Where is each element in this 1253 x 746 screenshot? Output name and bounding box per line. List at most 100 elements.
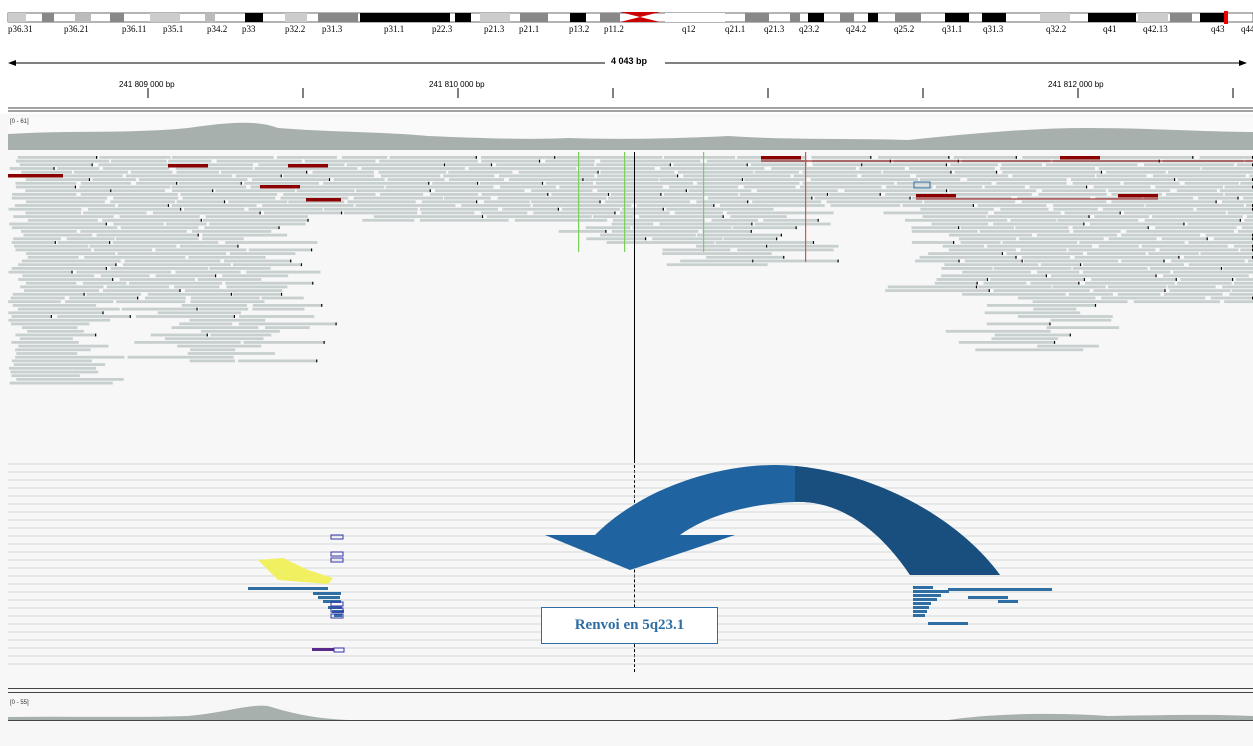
aligned-read[interactable] <box>967 178 1067 181</box>
aligned-read[interactable] <box>754 170 799 174</box>
aligned-read[interactable] <box>197 278 262 281</box>
aligned-read[interactable] <box>210 333 272 337</box>
aligned-read[interactable] <box>239 315 315 318</box>
split-read[interactable] <box>948 588 1052 591</box>
split-read[interactable] <box>968 596 1008 599</box>
aligned-read[interactable] <box>706 255 785 259</box>
aligned-read[interactable] <box>763 218 819 222</box>
aligned-read[interactable] <box>666 263 768 267</box>
aligned-read[interactable] <box>911 226 960 230</box>
aligned-read[interactable] <box>659 222 753 226</box>
aligned-read[interactable] <box>229 252 296 255</box>
aligned-read[interactable] <box>931 222 989 226</box>
aligned-read[interactable] <box>744 178 806 181</box>
aligned-read[interactable] <box>26 200 105 204</box>
aligned-read[interactable] <box>225 241 318 244</box>
aligned-read[interactable] <box>486 215 592 218</box>
aligned-read[interactable] <box>25 189 112 193</box>
aligned-read[interactable] <box>1020 248 1067 252</box>
aligned-read[interactable] <box>171 185 247 189</box>
aligned-read[interactable] <box>935 185 983 189</box>
aligned-read[interactable] <box>532 204 632 207</box>
aligned-read[interactable] <box>1053 204 1145 207</box>
aligned-read[interactable] <box>1199 156 1253 159</box>
aligned-read[interactable] <box>1002 170 1102 174</box>
coverage-track[interactable]: [0 - 61] <box>8 118 1253 150</box>
aligned-read[interactable] <box>24 289 100 292</box>
aligned-read[interactable] <box>993 222 1085 226</box>
split-read[interactable] <box>913 614 925 617</box>
aligned-read[interactable] <box>119 215 200 218</box>
aligned-read[interactable] <box>14 244 89 248</box>
aligned-read[interactable] <box>1240 248 1253 252</box>
aligned-read[interactable] <box>948 248 1016 252</box>
aligned-read[interactable] <box>697 181 800 185</box>
aligned-read[interactable] <box>883 211 989 215</box>
aligned-read[interactable] <box>697 233 782 237</box>
aligned-read[interactable] <box>1052 285 1106 289</box>
aligned-read[interactable] <box>802 170 882 174</box>
aligned-read[interactable] <box>10 296 65 300</box>
aligned-read[interactable] <box>164 337 264 341</box>
aligned-read[interactable] <box>1033 307 1077 311</box>
aligned-read[interactable] <box>22 274 95 278</box>
aligned-read[interactable] <box>26 281 77 285</box>
aligned-read[interactable] <box>57 315 131 318</box>
aligned-read[interactable] <box>1094 215 1149 218</box>
aligned-read[interactable] <box>1171 259 1245 263</box>
aligned-read[interactable] <box>950 163 998 167</box>
aligned-read[interactable] <box>238 322 337 326</box>
aligned-read[interactable] <box>1029 185 1087 189</box>
aligned-read[interactable] <box>814 196 911 200</box>
aligned-read[interactable] <box>283 174 375 178</box>
aligned-read[interactable] <box>385 185 494 189</box>
aligned-read[interactable] <box>752 200 822 204</box>
aligned-read[interactable] <box>600 170 675 174</box>
aligned-read[interactable] <box>586 237 646 241</box>
aligned-read[interactable] <box>9 222 107 226</box>
discordant-read[interactable] <box>306 198 341 202</box>
aligned-read[interactable] <box>1117 292 1161 296</box>
aligned-read[interactable] <box>911 241 955 244</box>
aligned-read[interactable] <box>1046 326 1120 329</box>
aligned-read[interactable] <box>168 159 212 163</box>
aligned-read[interactable] <box>69 296 139 300</box>
aligned-read[interactable] <box>115 237 199 241</box>
aligned-read[interactable] <box>518 170 599 174</box>
aligned-read[interactable] <box>612 218 705 222</box>
discordant-read[interactable] <box>1060 156 1100 160</box>
aligned-read[interactable] <box>333 178 385 181</box>
aligned-read[interactable] <box>600 159 701 163</box>
aligned-read[interactable] <box>595 181 694 185</box>
aligned-read[interactable] <box>750 163 807 167</box>
aligned-read[interactable] <box>922 215 987 218</box>
aligned-read[interactable] <box>1201 167 1253 170</box>
aligned-read[interactable] <box>18 278 114 281</box>
discordant-read[interactable] <box>916 194 956 198</box>
aligned-read[interactable] <box>89 244 177 248</box>
aligned-read[interactable] <box>172 156 274 159</box>
aligned-read[interactable] <box>248 248 312 252</box>
aligned-read[interactable] <box>244 181 319 185</box>
aligned-read[interactable] <box>235 174 282 178</box>
aligned-read[interactable] <box>1071 178 1175 181</box>
aligned-read[interactable] <box>597 189 687 193</box>
aligned-read[interactable] <box>16 352 78 355</box>
split-read[interactable] <box>913 586 933 589</box>
aligned-read[interactable] <box>1169 289 1231 292</box>
aligned-read[interactable] <box>190 348 236 352</box>
aligned-read[interactable] <box>176 170 219 174</box>
aligned-read[interactable] <box>1159 248 1239 252</box>
aligned-read[interactable] <box>430 193 479 196</box>
aligned-read[interactable] <box>15 355 125 359</box>
aligned-read[interactable] <box>1012 174 1095 178</box>
aligned-read[interactable] <box>1111 200 1217 204</box>
discordant-read[interactable] <box>260 185 300 189</box>
aligned-read[interactable] <box>343 211 418 215</box>
aligned-read[interactable] <box>1057 218 1139 222</box>
aligned-read[interactable] <box>1176 189 1218 193</box>
aligned-read[interactable] <box>962 292 1066 296</box>
aligned-read[interactable] <box>238 359 318 363</box>
aligned-read[interactable] <box>202 163 254 167</box>
aligned-read[interactable] <box>11 341 79 344</box>
